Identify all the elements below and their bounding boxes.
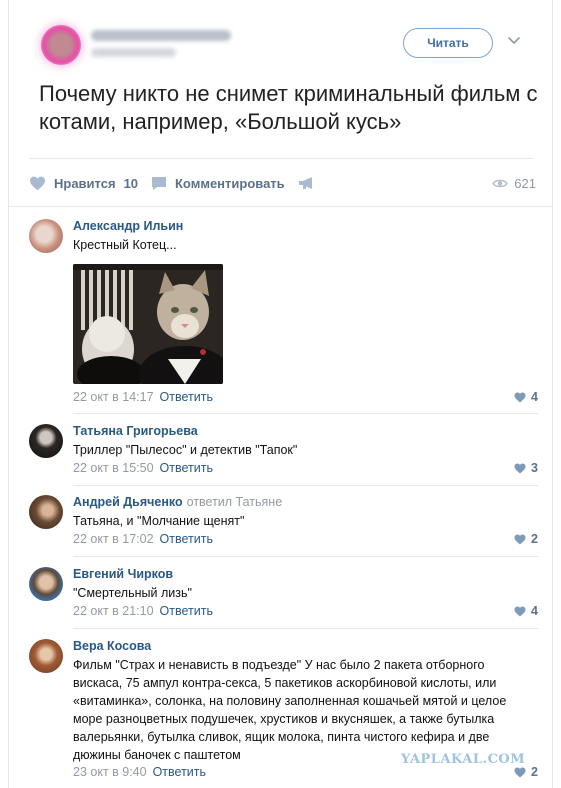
avatar[interactable] xyxy=(29,639,63,673)
comment-like-button[interactable]: 2 xyxy=(514,765,538,779)
comment-author[interactable]: Вера Косова xyxy=(73,639,151,653)
comment-meta: 22 окт в 17:02 Ответить xyxy=(73,532,213,546)
comment-date[interactable]: 22 окт в 21:10 xyxy=(73,604,154,618)
chevron-down-icon[interactable] xyxy=(507,36,521,46)
comment-like-button[interactable]: 2 xyxy=(514,532,538,546)
divider xyxy=(73,413,538,414)
comment-meta: 23 окт в 9:40 Ответить xyxy=(73,765,206,779)
author-avatar[interactable] xyxy=(41,25,81,65)
comment-like-button[interactable]: 4 xyxy=(514,604,538,618)
heart-icon xyxy=(514,534,526,544)
comment-author[interactable]: Татьяна Григорьева xyxy=(73,424,198,438)
comment-like-count: 4 xyxy=(531,604,538,618)
like-count: 10 xyxy=(123,176,139,191)
comment-meta: 22 окт в 15:50 Ответить xyxy=(73,461,213,475)
comment-icon xyxy=(152,177,166,190)
reply-button[interactable]: Ответить xyxy=(153,765,206,779)
heart-icon xyxy=(514,463,526,473)
comment-date[interactable]: 23 окт в 9:40 xyxy=(73,765,147,779)
watermark: YAPLAKAL.COM xyxy=(401,752,526,767)
reply-button[interactable]: Ответить xyxy=(160,532,213,546)
like-button[interactable]: Нравится 10 xyxy=(29,176,138,191)
heart-icon xyxy=(30,176,45,191)
avatar[interactable] xyxy=(29,567,63,601)
comment-date[interactable]: 22 окт в 15:50 xyxy=(73,461,154,475)
reply-button[interactable]: Ответить xyxy=(160,461,213,475)
eye-icon xyxy=(492,179,509,188)
post-actions: Нравится 10 Комментировать 621 xyxy=(9,168,552,200)
share-button[interactable] xyxy=(298,176,323,190)
comment-author-name[interactable]: Андрей Дьяченко xyxy=(73,495,183,509)
comment-text: Татьяна, и "Молчание щенят" xyxy=(73,514,245,528)
author-handle-blurred xyxy=(91,48,176,57)
share-icon xyxy=(299,177,312,189)
author-name-blurred[interactable] xyxy=(91,30,231,41)
heart-icon xyxy=(514,767,526,777)
comment-author[interactable]: Андрей Дьяченко ответил Татьяне xyxy=(73,495,282,509)
reply-button[interactable]: Ответить xyxy=(160,604,213,618)
like-label: Нравится xyxy=(54,176,116,191)
post-card: Читать Почему никто не снимет криминальн… xyxy=(8,0,553,788)
divider xyxy=(29,158,534,159)
comment-text: Крестный Котец... xyxy=(73,238,177,252)
comment-date[interactable]: 22 окт в 14:17 xyxy=(73,390,154,404)
comment-photo[interactable] xyxy=(73,264,223,384)
avatar[interactable] xyxy=(29,495,63,529)
post-header: Читать xyxy=(9,0,552,80)
comment-label: Комментировать xyxy=(175,176,285,191)
comment-like-count: 4 xyxy=(531,390,538,404)
comment-author[interactable]: Александр Ильин xyxy=(73,219,183,233)
comment-text: "Смертельный лизь" xyxy=(73,586,192,600)
comment-button[interactable]: Комментировать xyxy=(151,176,285,191)
avatar[interactable] xyxy=(29,424,63,458)
comment-like-button[interactable]: 4 xyxy=(514,390,538,404)
views-count: 621 xyxy=(514,176,536,191)
reply-to-label[interactable]: ответил Татьяне xyxy=(187,495,283,509)
divider xyxy=(73,485,538,486)
comment-like-button[interactable]: 3 xyxy=(514,461,538,475)
comment-like-count: 2 xyxy=(531,532,538,546)
comment-date[interactable]: 22 окт в 17:02 xyxy=(73,532,154,546)
views-counter: 621 xyxy=(492,176,536,191)
comment-like-count: 3 xyxy=(531,461,538,475)
follow-button[interactable]: Читать xyxy=(403,28,493,58)
heart-icon xyxy=(514,392,526,402)
divider xyxy=(73,556,538,557)
divider xyxy=(9,206,552,207)
divider xyxy=(73,628,538,629)
post-title: Почему никто не снимет криминальный филь… xyxy=(39,81,538,134)
avatar[interactable] xyxy=(29,219,63,253)
comment-meta: 22 окт в 21:10 Ответить xyxy=(73,604,213,618)
heart-icon xyxy=(514,606,526,616)
reply-button[interactable]: Ответить xyxy=(160,390,213,404)
comment-text: Фильм "Страх и ненависть в подъезде" У н… xyxy=(73,658,507,762)
comment-text: Триллер "Пылесос" и детектив "Тапок" xyxy=(73,443,298,457)
comment-like-count: 2 xyxy=(531,765,538,779)
comment-meta: 22 окт в 14:17 Ответить xyxy=(73,390,213,404)
comment-author[interactable]: Евгений Чирков xyxy=(73,567,173,581)
godfather-cat-image xyxy=(73,264,223,384)
